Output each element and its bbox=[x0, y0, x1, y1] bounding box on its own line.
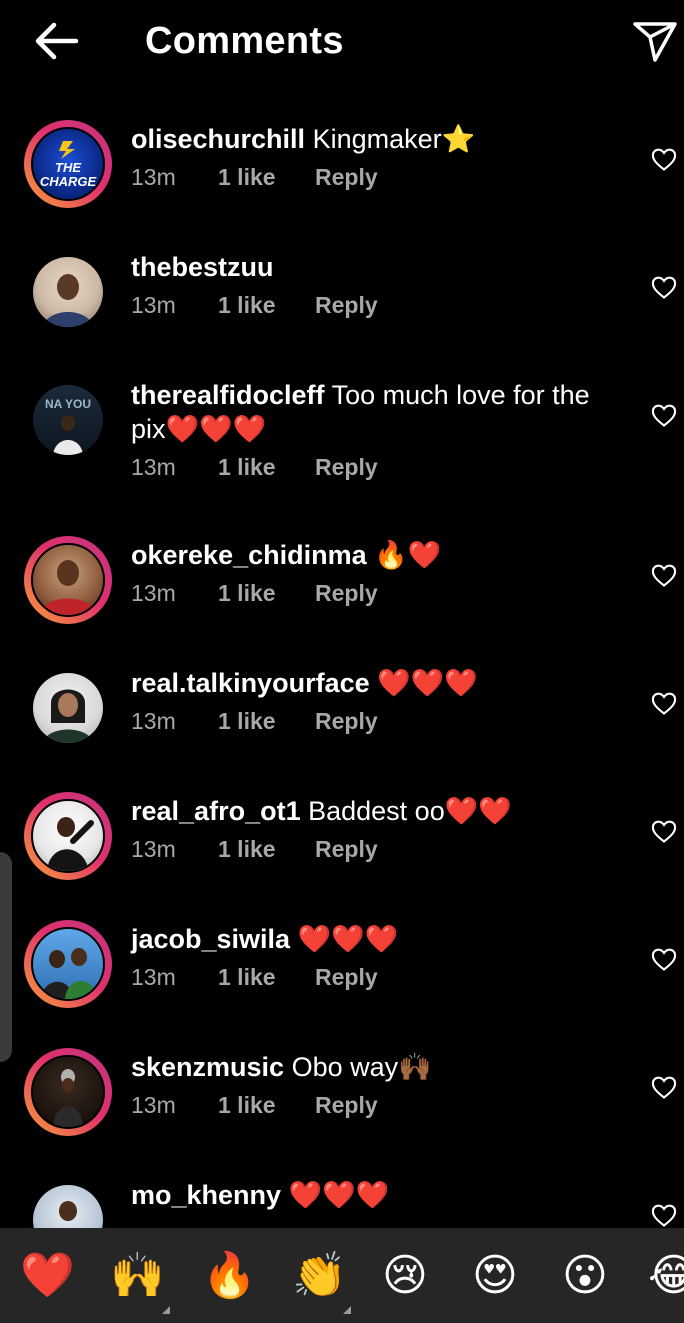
comment-time: 13m bbox=[131, 580, 176, 606]
comment-item: okereke_chidinma 🔥❤️ 13m 1 like Reply bbox=[0, 508, 684, 636]
reply-button[interactable]: Reply bbox=[315, 580, 378, 607]
comment-item: mo_khenny ❤️❤️❤️ bbox=[0, 1148, 684, 1228]
back-arrow-icon[interactable] bbox=[30, 18, 82, 64]
comment-item: THE CHARGE olisechurchill Kingmaker⭐ 13m… bbox=[0, 92, 684, 220]
comment-username[interactable]: mo_khenny bbox=[131, 1180, 281, 1210]
emoji-fire[interactable]: 🔥 bbox=[202, 1250, 257, 1302]
comment-time: 13m bbox=[131, 292, 176, 318]
comment-text: Kingmaker⭐ bbox=[312, 124, 476, 154]
comment-text: ❤️❤️❤️ bbox=[297, 924, 399, 954]
emoji-crying-face[interactable]: 😢 bbox=[382, 1250, 428, 1302]
avatar[interactable]: NA YOU bbox=[33, 385, 103, 455]
reply-button[interactable]: Reply bbox=[315, 1092, 378, 1119]
skin-tone-indicator-icon bbox=[162, 1306, 170, 1314]
comment-item: skenzmusic Obo way🙌🏾 13m 1 like Reply bbox=[0, 1020, 684, 1148]
like-heart-icon[interactable] bbox=[650, 1201, 678, 1228]
avatar-frame[interactable]: NA YOU bbox=[24, 376, 112, 464]
page-title: Comments bbox=[145, 20, 344, 62]
comment-item: real_afro_ot1 Baddest oo❤️❤️ 13m 1 like Re… bbox=[0, 764, 684, 892]
send-direct-icon[interactable] bbox=[630, 18, 680, 64]
reply-button[interactable]: Reply bbox=[315, 836, 378, 863]
story-ring[interactable] bbox=[24, 792, 112, 880]
story-ring[interactable]: THE CHARGE bbox=[24, 120, 112, 208]
comments-list[interactable]: THE CHARGE olisechurchill Kingmaker⭐ 13m… bbox=[0, 92, 684, 1228]
comment-time: 13m bbox=[131, 836, 176, 862]
reply-button[interactable]: Reply bbox=[315, 708, 378, 735]
comment-username[interactable]: skenzmusic bbox=[131, 1052, 284, 1082]
comment-username[interactable]: jacob_siwila bbox=[131, 924, 290, 954]
comment-like-count[interactable]: 1 like bbox=[218, 164, 315, 191]
comment-username[interactable]: real.talkinyourface bbox=[131, 668, 370, 698]
story-ring[interactable] bbox=[24, 920, 112, 1008]
comment-like-count[interactable]: 1 like bbox=[218, 708, 315, 735]
avatar[interactable] bbox=[31, 927, 105, 1001]
comment-time: 13m bbox=[131, 708, 176, 734]
comment-time: 13m bbox=[131, 964, 176, 990]
comment-text: Baddest oo❤️❤️ bbox=[308, 796, 512, 826]
comment-text: 🔥❤️ bbox=[374, 540, 442, 570]
emoji-raising-hands[interactable]: 🙌 bbox=[110, 1250, 165, 1302]
comment-item: jacob_siwila ❤️❤️❤️ 13m 1 like Reply bbox=[0, 892, 684, 1020]
comment-time: 13m bbox=[131, 164, 176, 190]
skin-tone-indicator-icon bbox=[343, 1306, 351, 1314]
like-heart-icon[interactable] bbox=[650, 145, 678, 173]
comment-like-count[interactable]: 1 like bbox=[218, 292, 315, 319]
header: Comments bbox=[0, 0, 684, 84]
comment-like-count[interactable]: 1 like bbox=[218, 580, 315, 607]
comment-username[interactable]: thebestzuu bbox=[131, 252, 274, 282]
avatar-frame[interactable] bbox=[24, 1176, 112, 1228]
comment-text: Obo way🙌🏾 bbox=[291, 1052, 432, 1082]
emoji-open-mouth[interactable]: 😮 bbox=[562, 1250, 608, 1302]
comment-item: real.talkinyourface ❤️❤️❤️ 13m 1 like Repl… bbox=[0, 636, 684, 764]
emoji-reaction-bar: ❤️ 🙌 🔥 👏 😢 😍 😮 😂 bbox=[0, 1228, 684, 1323]
story-ring[interactable] bbox=[24, 536, 112, 624]
like-heart-icon[interactable] bbox=[650, 401, 678, 429]
like-heart-icon[interactable] bbox=[650, 945, 678, 973]
comment-like-count[interactable]: 1 like bbox=[218, 1092, 315, 1119]
comment-like-count[interactable]: 1 like bbox=[218, 454, 315, 481]
comment-text: ❤️❤️❤️ bbox=[288, 1180, 390, 1210]
reply-button[interactable]: Reply bbox=[315, 292, 378, 319]
reply-button[interactable]: Reply bbox=[315, 964, 378, 991]
comment-username[interactable]: therealfidocleff bbox=[131, 380, 325, 410]
comment-like-count[interactable]: 1 like bbox=[218, 964, 315, 991]
emoji-heart[interactable]: ❤️ bbox=[20, 1250, 75, 1302]
comment-time: 13m bbox=[131, 1092, 176, 1118]
avatar-frame[interactable] bbox=[24, 248, 112, 336]
reply-button[interactable]: Reply bbox=[315, 454, 378, 481]
avatar[interactable] bbox=[33, 673, 103, 743]
edge-panel-handle[interactable] bbox=[0, 852, 12, 1062]
like-heart-icon[interactable] bbox=[650, 689, 678, 717]
avatar-logo-text: THE CHARGE bbox=[39, 160, 97, 189]
avatar[interactable] bbox=[33, 1185, 103, 1228]
comment-username[interactable]: okereke_chidinma bbox=[131, 540, 367, 570]
avatar[interactable] bbox=[31, 799, 105, 873]
comment-like-count[interactable]: 1 like bbox=[218, 836, 315, 863]
comment-item: NA YOU therealfidocleff Too much love fo… bbox=[0, 348, 684, 508]
like-heart-icon[interactable] bbox=[650, 817, 678, 845]
avatar-frame[interactable] bbox=[24, 664, 112, 752]
like-heart-icon[interactable] bbox=[650, 561, 678, 589]
reply-button[interactable]: Reply bbox=[315, 164, 378, 191]
emoji-heart-eyes[interactable]: 😍 bbox=[472, 1250, 518, 1302]
comment-time: 13m bbox=[131, 454, 176, 480]
like-heart-icon[interactable] bbox=[650, 273, 678, 301]
story-ring[interactable] bbox=[24, 1048, 112, 1136]
avatar[interactable] bbox=[31, 543, 105, 617]
avatar[interactable]: THE CHARGE bbox=[31, 127, 105, 201]
comment-text: ❤️❤️❤️ bbox=[377, 668, 478, 698]
avatar[interactable] bbox=[31, 1055, 105, 1129]
emoji-clapping-hands[interactable]: 👏 bbox=[292, 1250, 347, 1302]
comment-username[interactable]: real_afro_ot1 bbox=[131, 796, 301, 826]
avatar[interactable] bbox=[33, 257, 103, 327]
comment-item: thebestzuu 13m 1 like Reply bbox=[0, 220, 684, 348]
comment-username[interactable]: olisechurchill bbox=[131, 124, 305, 154]
like-heart-icon[interactable] bbox=[650, 1073, 678, 1101]
emoji-tears-of-joy[interactable]: 😂 bbox=[648, 1250, 684, 1302]
